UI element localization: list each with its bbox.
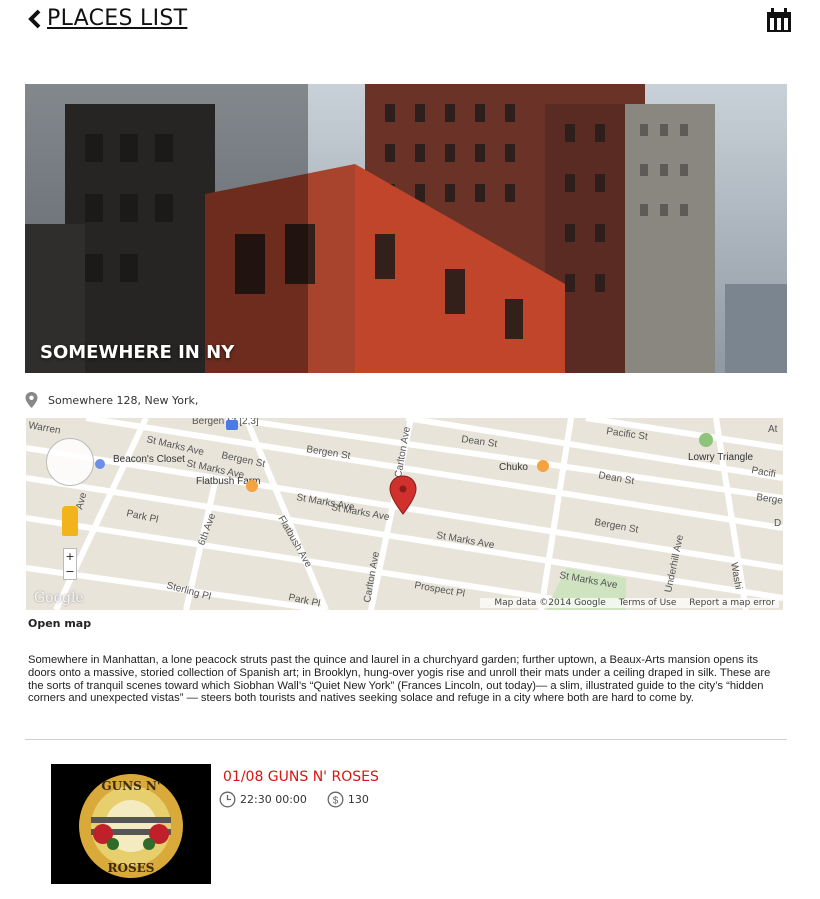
map-poi-label: Chuko: [499, 462, 528, 473]
map-street-label: Bergen St [2,3]: [192, 418, 259, 427]
back-link-label: PLACES LIST: [47, 6, 188, 31]
svg-text:$: $: [333, 796, 339, 807]
dollar-icon: $: [327, 791, 344, 808]
map-street-label: D: [774, 518, 781, 529]
event-thumbnail[interactable]: GUNS N' ROSES: [51, 764, 211, 884]
calendar-icon: [767, 8, 791, 32]
event-title[interactable]: 01/08 GUNS N' ROSES: [223, 769, 379, 785]
zoom-in-button[interactable]: +: [64, 549, 76, 564]
place-address: Somewhere 128, New York,: [48, 393, 199, 407]
logo-text-top: GUNS N': [101, 779, 160, 793]
location-pin-icon: [25, 392, 38, 408]
back-to-places-link[interactable]: PLACES LIST: [27, 6, 187, 31]
map-zoom-control[interactable]: + −: [63, 548, 77, 580]
map-poi-label: Beacon's Closet: [113, 454, 185, 465]
map-street-label: At: [768, 424, 778, 435]
chevron-left-icon: [28, 9, 41, 28]
google-logo: Google: [34, 590, 84, 606]
place-hero-image: SOMEWHERE IN NY: [25, 84, 787, 373]
clock-icon: [219, 791, 236, 808]
place-title: SOMEWHERE IN NY: [40, 342, 235, 363]
place-description: Somewhere in Manhattan, a lone peacock s…: [28, 654, 771, 705]
zoom-out-button[interactable]: −: [64, 564, 76, 579]
street-view-pegman[interactable]: [62, 506, 78, 536]
map-attribution: Map data ©2014 Google Terms of Use Repor…: [480, 598, 779, 608]
calendar-button[interactable]: [766, 7, 792, 33]
address-row: Somewhere 128, New York,: [25, 392, 198, 408]
event-price: 130: [347, 793, 369, 806]
open-map-link[interactable]: Open map: [28, 617, 91, 630]
map-poi-label: Lowry Triangle: [688, 452, 753, 463]
embedded-map[interactable]: Bergen St St Marks Ave Dean St Pacific S…: [26, 418, 783, 610]
divider: [25, 739, 787, 740]
map-report-link[interactable]: Report a map error: [689, 598, 775, 608]
map-terms-link[interactable]: Terms of Use: [619, 598, 677, 608]
map-data-credit: Map data ©2014 Google: [494, 598, 606, 608]
map-pan-control[interactable]: [46, 438, 94, 486]
logo-text-bottom: ROSES: [108, 861, 155, 875]
event-time: 22:30 00:00: [240, 793, 307, 806]
event-meta: 22:30 00:00 $ 130: [219, 791, 369, 808]
